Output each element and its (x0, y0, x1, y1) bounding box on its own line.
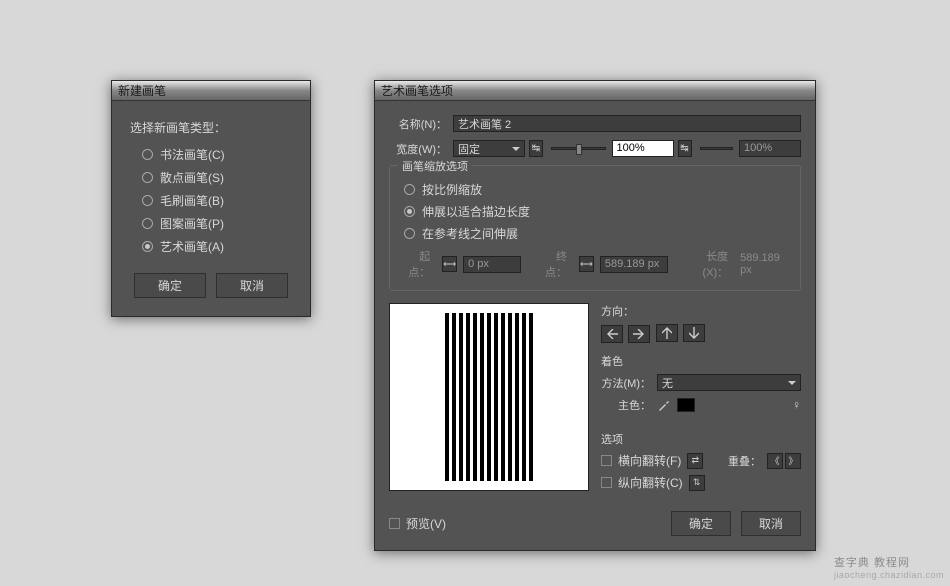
eyedropper-icon[interactable] (657, 398, 671, 412)
radio-icon (142, 195, 153, 206)
radio-icon (142, 149, 153, 160)
direction-label: 方向： (601, 303, 801, 319)
end-value: 589.189 px (600, 256, 669, 273)
direction-right-button[interactable] (628, 325, 650, 343)
radio-calligraphic[interactable]: 书法画笔(C) (142, 146, 292, 163)
direction-left-button[interactable] (601, 325, 623, 343)
radio-stretch-guides[interactable]: 在参考线之间伸展 (404, 225, 790, 242)
radio-bristle[interactable]: 毛刷画笔(B) (142, 192, 292, 209)
overlap-label: 重叠： (728, 453, 761, 469)
cancel-button[interactable]: 取消 (741, 511, 801, 536)
width-value-2: 100% (739, 140, 801, 157)
overlap-option-1[interactable]: 《 (767, 453, 783, 469)
length-label: 长度(X)： (684, 248, 728, 280)
name-label: 名称(N)： (389, 116, 447, 132)
radio-icon-selected (404, 206, 415, 217)
slider-handle[interactable] (576, 144, 582, 155)
width-mode-select[interactable]: 固定 (453, 140, 525, 157)
dialog-titlebar[interactable]: 新建画笔 (112, 81, 310, 101)
width-slider-2[interactable] (700, 147, 734, 150)
colorize-label: 着色 (601, 353, 801, 369)
dialog-title: 艺术画笔选项 (381, 84, 453, 98)
end-label: 终点： (537, 248, 567, 280)
dialog-titlebar[interactable]: 艺术画笔选项 (375, 81, 815, 101)
key-color-swatch[interactable] (677, 398, 695, 412)
watermark: 查字典 教程网 jiaocheng.chazidian.com (834, 554, 944, 580)
colorize-section: 着色 方法(M)： 无 主色： ♀ (601, 353, 801, 421)
stepper-icon: ⟷ (442, 256, 457, 272)
radio-icon (142, 218, 153, 229)
radio-icon (404, 228, 415, 239)
prompt-text: 选择新画笔类型： (130, 119, 292, 136)
options-label: 选项 (601, 431, 801, 447)
new-brush-dialog: 新建画笔 选择新画笔类型： 书法画笔(C) 散点画笔(S) 毛刷画笔(B) 图案… (111, 80, 311, 317)
method-select[interactable]: 无 (657, 374, 801, 391)
tip-icon[interactable]: ♀ (792, 398, 801, 412)
stepper-icon: ⟷ (579, 256, 594, 272)
start-value: 0 px (463, 256, 521, 273)
preview-stripes (444, 313, 534, 481)
radio-icon (142, 172, 153, 183)
flip-y-checkbox[interactable] (601, 477, 612, 488)
preview-checkbox[interactable] (389, 518, 400, 529)
radio-icon-selected (142, 241, 153, 252)
key-color-label: 主色： (601, 397, 651, 413)
radio-scatter[interactable]: 散点画笔(S) (142, 169, 292, 186)
scale-fieldset: 画笔缩放选项 按比例缩放 伸展以适合描边长度 在参考线之间伸展 起点： ⟷ 0 … (389, 165, 801, 291)
dialog-title: 新建画笔 (118, 84, 166, 98)
width-slider[interactable] (551, 147, 606, 150)
chain-icon[interactable]: ↹ (529, 140, 543, 157)
radio-stretch-fit[interactable]: 伸展以适合描边长度 (404, 203, 790, 220)
flip-x-icon: ⇄ (687, 453, 703, 469)
flip-x-label: 横向翻转(F) (618, 452, 681, 469)
flip-y-label: 纵向翻转(C) (618, 474, 683, 491)
radio-proportional[interactable]: 按比例缩放 (404, 181, 790, 198)
art-brush-options-dialog: 艺术画笔选项 名称(N)： 宽度(W)： 固定 ↹ 100% ↹ 100% 画笔… (374, 80, 816, 551)
overlap-option-2[interactable]: 》 (785, 453, 801, 469)
width-value[interactable]: 100% (612, 140, 674, 157)
brush-preview (389, 303, 589, 491)
flip-x-checkbox[interactable] (601, 455, 612, 466)
direction-down-button[interactable] (683, 324, 705, 342)
ok-button[interactable]: 确定 (134, 273, 206, 298)
radio-icon (404, 184, 415, 195)
direction-section: 方向： (601, 303, 801, 343)
chain-icon[interactable]: ↹ (678, 140, 692, 157)
flip-y-icon: ⇅ (689, 475, 705, 491)
start-label: 起点： (400, 248, 430, 280)
cancel-button[interactable]: 取消 (216, 273, 288, 298)
width-label: 宽度(W)： (389, 141, 447, 157)
preview-label: 预览(V) (406, 515, 446, 532)
radio-pattern[interactable]: 图案画笔(P) (142, 215, 292, 232)
scale-legend: 画笔缩放选项 (398, 158, 472, 174)
options-section: 选项 横向翻转(F) ⇄ 重叠： 《 》 纵向翻转(C) ⇅ (601, 431, 801, 499)
method-label: 方法(M)： (601, 375, 651, 391)
length-value: 589.189 px (740, 252, 790, 276)
radio-art[interactable]: 艺术画笔(A) (142, 238, 292, 255)
direction-up-button[interactable] (656, 324, 678, 342)
name-input[interactable] (453, 115, 801, 132)
ok-button[interactable]: 确定 (671, 511, 731, 536)
